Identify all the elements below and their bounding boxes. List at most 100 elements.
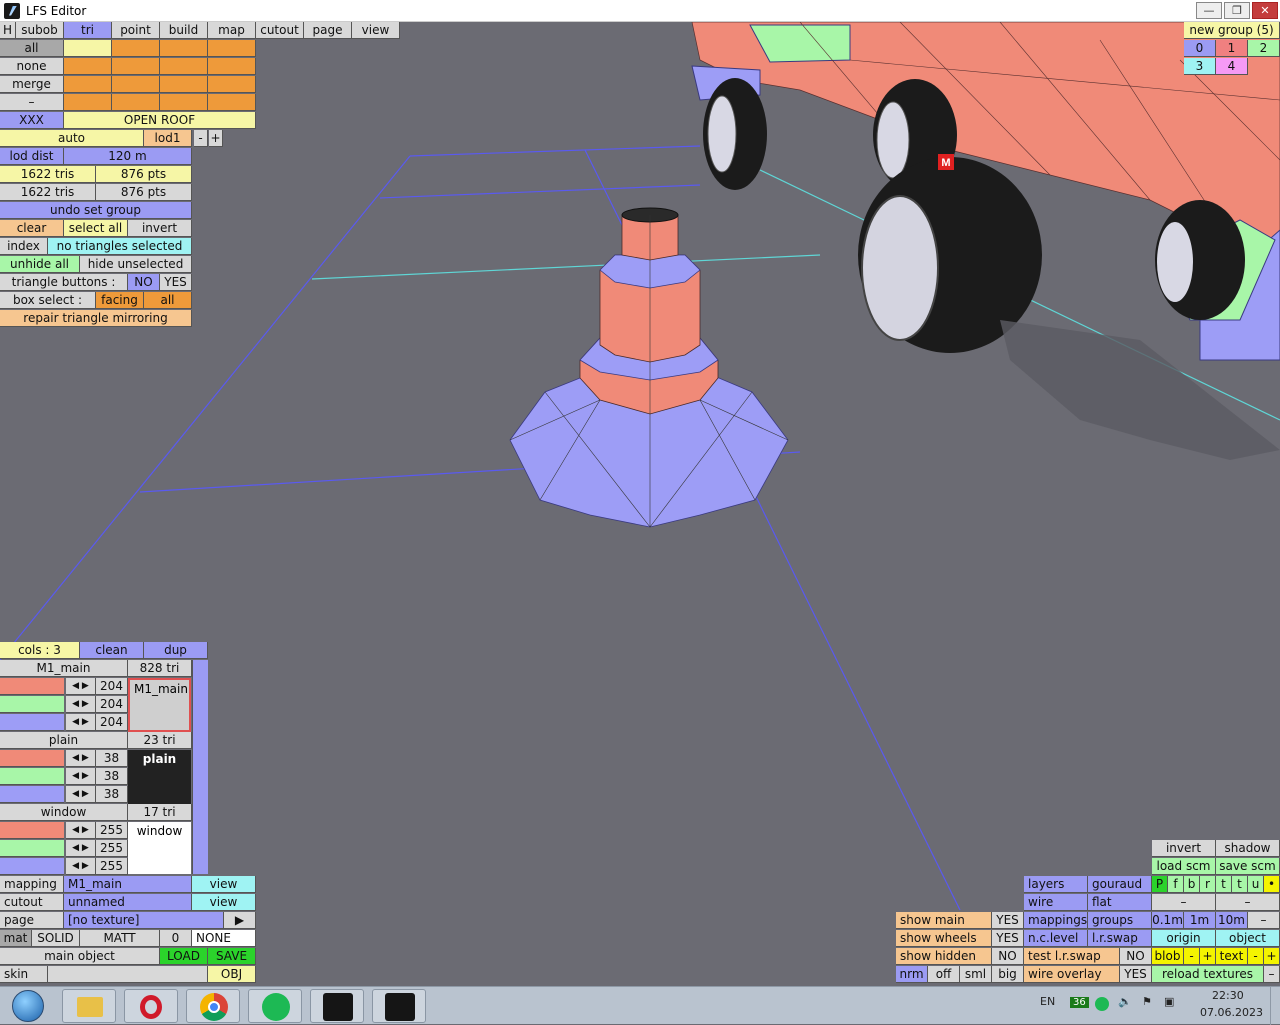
show-desktop-button[interactable] <box>1270 987 1280 1025</box>
pf-toggle-0[interactable]: P <box>1152 876 1168 893</box>
save-button[interactable]: SAVE <box>208 948 256 965</box>
flat-button[interactable]: flat <box>1088 894 1152 911</box>
pf-toggle-2[interactable]: b <box>1184 876 1200 893</box>
pf-toggle-3[interactable]: r <box>1200 876 1216 893</box>
pf-toggle-4[interactable]: t <box>1216 876 1232 893</box>
wire-button[interactable]: wire <box>1024 894 1088 911</box>
arrow-left-right-icon[interactable]: ◀ ▶ <box>66 858 96 875</box>
menu-tri[interactable]: tri <box>64 22 112 39</box>
save-scm-button[interactable]: save scm <box>1216 858 1280 875</box>
group-cell[interactable] <box>208 58 256 75</box>
group-cell[interactable] <box>112 40 160 57</box>
invert-view-button[interactable]: invert <box>1152 840 1216 857</box>
obj-button[interactable]: OBJ <box>208 966 256 983</box>
menu-view[interactable]: view <box>352 22 400 39</box>
arrow-left-right-icon[interactable]: ◀ ▶ <box>66 678 96 695</box>
step-1m[interactable]: 1m <box>1184 912 1216 929</box>
text-plus[interactable]: + <box>1264 948 1280 965</box>
group-cell[interactable] <box>64 76 112 93</box>
red-slider[interactable] <box>0 822 64 839</box>
pf-toggle-5[interactable]: t <box>1232 876 1248 893</box>
group-cell[interactable] <box>64 40 112 57</box>
group-1[interactable]: 1 <box>1216 40 1248 57</box>
mapping-view-button[interactable]: view <box>192 876 256 893</box>
spotify-tray-icon[interactable] <box>1095 997 1109 1011</box>
invert-button[interactable]: invert <box>128 220 192 237</box>
blob-plus[interactable]: + <box>1200 948 1216 965</box>
test-lr-swap-no[interactable]: NO <box>1120 948 1152 965</box>
lod-dist-value[interactable]: 120 m <box>64 148 192 165</box>
cone-model[interactable] <box>509 207 789 528</box>
cutout-value[interactable]: unnamed <box>64 894 192 911</box>
mat-none[interactable]: NONE <box>192 930 256 947</box>
menu-cutout[interactable]: cutout <box>256 22 304 39</box>
step-10m[interactable]: 10m <box>1216 912 1248 929</box>
clean-button[interactable]: clean <box>80 642 144 659</box>
material-name[interactable]: M1_main <box>0 660 128 677</box>
material-preview[interactable]: plain <box>128 750 191 804</box>
triangle-buttons-no[interactable]: NO <box>128 274 160 291</box>
wire-overlay-button[interactable]: wire overlay <box>1024 966 1120 983</box>
maximize-button[interactable]: ❐ <box>1224 2 1250 19</box>
dup-button[interactable]: dup <box>144 642 208 659</box>
blob-minus[interactable]: - <box>1184 948 1200 965</box>
lr-swap-button[interactable]: l.r.swap <box>1088 930 1152 947</box>
pf-toggle-dot[interactable]: • <box>1264 876 1280 893</box>
material-preview[interactable]: M1_main <box>128 678 191 732</box>
load-scm-button[interactable]: load scm <box>1152 858 1216 875</box>
reload-dash[interactable]: – <box>1264 966 1280 983</box>
group-cell[interactable] <box>112 76 160 93</box>
clock-time[interactable]: 22:30 <box>1212 989 1244 1002</box>
text-button[interactable]: text <box>1216 948 1248 965</box>
mapping-value[interactable]: M1_main <box>64 876 192 893</box>
show-hidden-button[interactable]: show hidden <box>896 948 992 965</box>
car-model[interactable]: M <box>691 22 1280 460</box>
group-0[interactable]: 0 <box>1184 40 1216 57</box>
groups-button[interactable]: groups <box>1088 912 1152 929</box>
select-all-tris-button[interactable]: select all <box>64 220 128 237</box>
new-group-button[interactable]: new group (5) <box>1184 22 1280 39</box>
unhide-all-button[interactable]: unhide all <box>0 256 80 273</box>
tray-badge[interactable]: 36 <box>1070 997 1089 1008</box>
group-cell[interactable] <box>208 40 256 57</box>
triangle-buttons-yes[interactable]: YES <box>160 274 192 291</box>
mat-matt-button[interactable]: MATT <box>80 930 160 947</box>
file-explorer-icon[interactable] <box>62 989 116 1023</box>
arrow-left-right-icon[interactable]: ◀ ▶ <box>66 786 96 803</box>
off-button[interactable]: off <box>928 966 960 983</box>
menu-map[interactable]: map <box>208 22 256 39</box>
arrow-left-right-icon[interactable]: ◀ ▶ <box>66 768 96 785</box>
dash-button[interactable]: – <box>0 94 64 111</box>
group-4[interactable]: 4 <box>1216 58 1248 75</box>
start-button[interactable] <box>4 989 52 1023</box>
open-roof-group[interactable]: OPEN ROOF <box>64 112 256 129</box>
wire-overlay-yes[interactable]: YES <box>1120 966 1152 983</box>
dash-button[interactable]: – <box>1152 894 1216 911</box>
nrm-button[interactable]: nrm <box>896 966 928 983</box>
chrome-icon[interactable] <box>186 989 240 1023</box>
menu-build[interactable]: build <box>160 22 208 39</box>
menu-page[interactable]: page <box>304 22 352 39</box>
group-cell[interactable] <box>112 58 160 75</box>
group-3[interactable]: 3 <box>1184 58 1216 75</box>
repair-mirroring-button[interactable]: repair triangle mirroring <box>0 310 192 327</box>
select-all-button[interactable]: all <box>0 40 64 57</box>
green-slider[interactable] <box>0 840 64 857</box>
green-slider[interactable] <box>0 768 64 785</box>
red-slider[interactable] <box>0 750 64 767</box>
clear-button[interactable]: clear <box>0 220 64 237</box>
material-preview[interactable]: window <box>128 822 191 874</box>
page-play-icon[interactable]: ▶ <box>224 912 256 929</box>
green-slider[interactable] <box>0 696 64 713</box>
undo-set-group-button[interactable]: undo set group <box>0 202 192 219</box>
merge-button[interactable]: merge <box>0 76 64 93</box>
box-select-facing[interactable]: facing <box>96 292 144 309</box>
text-minus[interactable]: - <box>1248 948 1264 965</box>
test-lr-swap-button[interactable]: test l.r.swap <box>1024 948 1120 965</box>
close-button[interactable]: ✕ <box>1252 2 1278 19</box>
show-wheels-yes[interactable]: YES <box>992 930 1024 947</box>
group-cell[interactable] <box>64 94 112 111</box>
step-0-1m[interactable]: 0.1m <box>1152 912 1184 929</box>
arrow-left-right-icon[interactable]: ◀ ▶ <box>66 696 96 713</box>
show-wheels-button[interactable]: show wheels <box>896 930 992 947</box>
